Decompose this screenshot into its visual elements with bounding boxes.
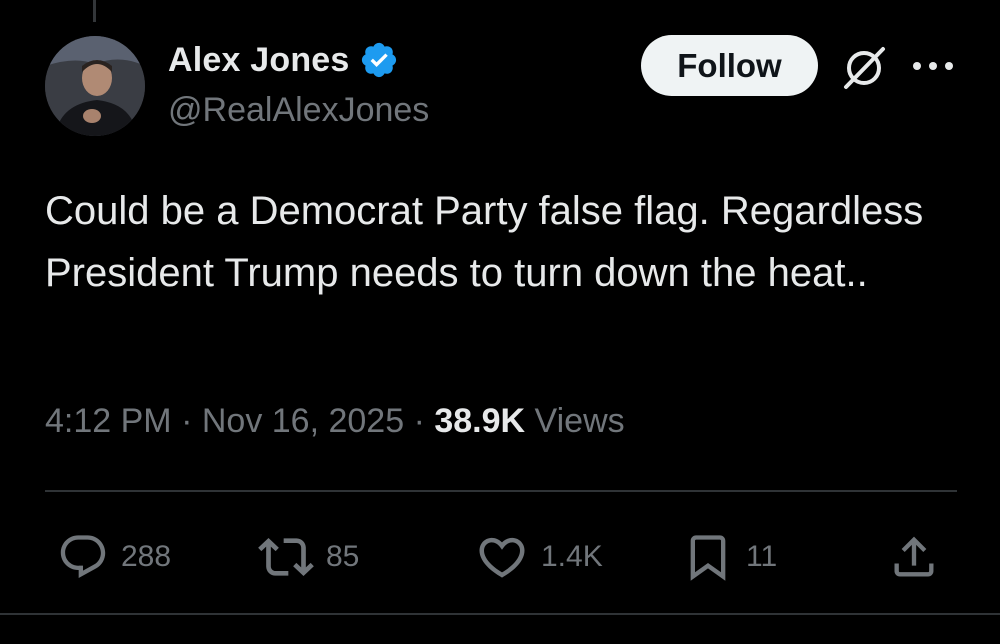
more-icon[interactable] <box>911 58 955 74</box>
repost-count: 85 <box>326 540 360 573</box>
views-count: 38.9K <box>434 402 526 440</box>
bookmark-icon <box>690 535 726 581</box>
avatar-photo <box>45 36 145 136</box>
divider <box>45 490 957 492</box>
follow-button[interactable]: Follow <box>641 35 818 96</box>
repost-icon <box>258 538 314 576</box>
author-name[interactable]: Alex Jones <box>168 41 350 80</box>
author-name-row: Alex Jones <box>168 40 399 80</box>
like-button[interactable]: 1.4K <box>475 525 603 589</box>
bottom-divider <box>0 613 1000 615</box>
tweet-text: Could be a Democrat Party false flag. Re… <box>45 189 924 295</box>
verified-badge-icon[interactable] <box>359 40 399 80</box>
grok-icon[interactable] <box>840 43 888 91</box>
heart-icon <box>479 537 525 578</box>
reply-button[interactable]: 288 <box>57 525 171 589</box>
tweet-date[interactable]: Nov 16, 2025 <box>202 402 404 440</box>
action-bar: 288 85 1.4K 11 <box>45 525 957 589</box>
author-handle[interactable]: @RealAlexJones <box>168 91 429 130</box>
bookmark-count: 11 <box>746 540 778 573</box>
reply-icon <box>60 535 106 579</box>
tweet-meta: 4:12 PM · Nov 16, 2025 · 38.9K Views <box>45 402 625 441</box>
meta-separator: · <box>181 402 193 440</box>
thread-connector-line <box>93 0 96 22</box>
avatar[interactable] <box>45 36 145 136</box>
tweet-time[interactable]: 4:12 PM <box>45 402 172 440</box>
reply-count: 288 <box>121 540 172 573</box>
views-label: Views <box>534 402 625 440</box>
share-button[interactable] <box>888 525 940 589</box>
share-icon <box>894 536 934 577</box>
repost-button[interactable]: 85 <box>258 525 359 589</box>
meta-separator: · <box>413 402 425 440</box>
like-count: 1.4K <box>541 540 603 573</box>
bookmark-button[interactable]: 11 <box>682 525 777 589</box>
